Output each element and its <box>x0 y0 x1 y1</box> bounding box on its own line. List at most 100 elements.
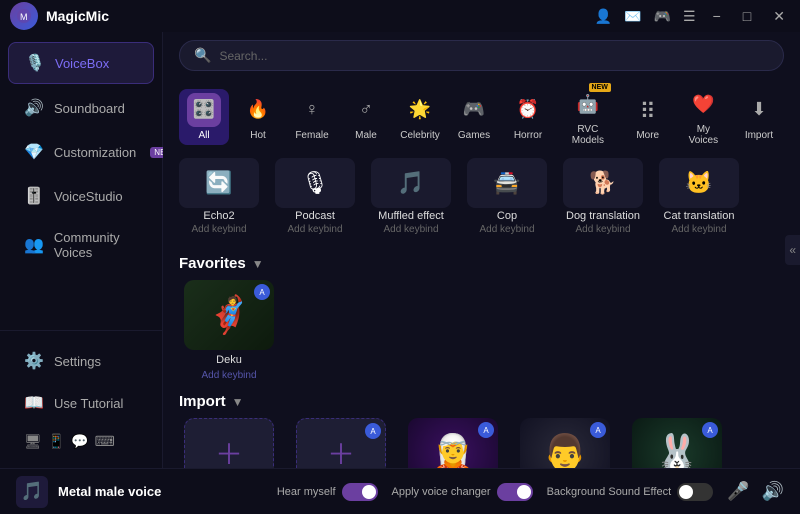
sam-badge: A <box>590 422 606 438</box>
category-import[interactable]: ⬇ Import <box>734 89 784 145</box>
effect-cop-card: 🚔 <box>467 158 547 208</box>
sidebar-item-tutorial[interactable]: 📖 Use Tutorial <box>8 383 154 423</box>
titlebar: M MagicMic 👤 ✉️ 🎮 ☰ − □ ✕ <box>0 0 800 32</box>
effect-dog-keybind[interactable]: Add keybind <box>575 224 630 235</box>
search-input-wrap[interactable]: 🔍 <box>179 40 784 71</box>
sidebar-item-extras: 🖥 📱 💬 ⌨ <box>8 425 154 458</box>
sidebar-item-settings[interactable]: ⚙️ Settings <box>8 341 154 381</box>
favorites-grid: 🦸 A Deku Add keybind <box>179 280 784 381</box>
category-male-label: Male <box>355 130 377 141</box>
profile-icon[interactable]: 👤 <box>595 8 612 25</box>
voice-card-deku[interactable]: 🦸 A Deku Add keybind <box>179 280 279 381</box>
effect-cat-keybind[interactable]: Add keybind <box>671 224 726 235</box>
titlebar-left: M MagicMic <box>10 2 109 30</box>
import-chevron[interactable]: ▼ <box>232 395 244 409</box>
category-male[interactable]: ♂ Male <box>341 89 391 145</box>
minimize-button[interactable]: − <box>708 6 726 26</box>
customization-icon: 💎 <box>24 142 44 162</box>
voice-card-yugi[interactable]: 🧝 A Yugi Add keybind <box>403 418 503 468</box>
content-wrap: 🔍 🎛️ All 🔥 Hot ♀ Female <box>163 32 800 468</box>
bottom-controls: Hear myself Apply voice changer Backgrou… <box>277 481 784 502</box>
effect-dog[interactable]: 🐕 Dog translation Add keybind <box>563 158 643 235</box>
sidebar-item-label: Community Voices <box>54 230 138 260</box>
category-celebrity-label: Celebrity <box>400 130 439 141</box>
category-hot[interactable]: 🔥 Hot <box>233 89 283 145</box>
voice-card-bugs[interactable]: 🐰 A Bugs Bunny Add keybind <box>627 418 727 468</box>
category-all[interactable]: 🎛️ All <box>179 89 229 145</box>
scroll-content: Favorites ▼ 🦸 A Deku Add keybind <box>163 243 800 468</box>
device-icon[interactable]: 🖥 <box>24 433 42 450</box>
category-rvc-icon: 🤖 NEW <box>571 87 605 121</box>
keyboard-icon[interactable]: ⌨ <box>95 433 115 450</box>
background-sound-label: Background Sound Effect <box>547 486 672 498</box>
effect-echo2-card: 🔄 <box>179 158 259 208</box>
tutorial-icon: 📖 <box>24 393 44 413</box>
sidebar-item-voicestudio[interactable]: 🎚️ VoiceStudio <box>8 176 154 216</box>
category-female[interactable]: ♀ Female <box>287 89 337 145</box>
sidebar-item-customization[interactable]: 💎 Customization NEW <box>8 132 154 172</box>
deku-name: Deku <box>216 354 242 366</box>
apply-voice-toggle[interactable] <box>497 483 533 501</box>
voice-card-import[interactable]: ＋ A Import Voice <box>291 418 391 468</box>
sidebar-item-soundboard[interactable]: 🔊 Soundboard <box>8 88 154 128</box>
game-icon[interactable]: 🎮 <box>654 8 671 25</box>
app-title: MagicMic <box>46 8 109 24</box>
voice-card-sam[interactable]: 👨 A Sam Elliott Add keybind <box>515 418 615 468</box>
effect-echo2-keybind[interactable]: Add keybind <box>191 224 246 235</box>
effect-podcast-keybind[interactable]: Add keybind <box>287 224 342 235</box>
effects-row: 🔄 Echo2 Add keybind 🎙 Podcast Add keybin… <box>163 158 800 243</box>
voicestudio-icon: 🎚️ <box>24 186 44 206</box>
chat-icon[interactable]: 💬 <box>71 433 88 450</box>
category-all-icon: 🎛️ <box>187 93 221 127</box>
maximize-button[interactable]: □ <box>738 6 756 26</box>
bugs-avatar: 🐰 A <box>632 418 722 468</box>
mobile-icon[interactable]: 📱 <box>48 433 65 450</box>
close-button[interactable]: ✕ <box>768 6 790 27</box>
sidebar-item-community[interactable]: 👥 Community Voices <box>8 220 154 270</box>
category-myvoices-label: My Voices <box>685 124 722 146</box>
category-celebrity[interactable]: 🌟 Celebrity <box>395 89 445 145</box>
effect-echo2-name: Echo2 <box>203 210 234 222</box>
microphone-icon[interactable]: 🎤 <box>727 481 749 502</box>
create-voice-card[interactable]: ＋ <box>184 418 274 468</box>
effect-cop-keybind[interactable]: Add keybind <box>479 224 534 235</box>
hear-myself-toggle[interactable] <box>342 483 378 501</box>
category-myvoices-icon: ❤️ <box>686 87 720 121</box>
effect-podcast[interactable]: 🎙 Podcast Add keybind <box>275 158 355 235</box>
effect-muffled-name: Muffled effect <box>378 210 444 222</box>
search-input[interactable] <box>219 49 769 63</box>
category-games-label: Games <box>458 130 490 141</box>
category-rvc[interactable]: 🤖 NEW RVC Models <box>557 83 619 150</box>
menu-icon[interactable]: ☰ <box>683 8 696 25</box>
deku-keybind[interactable]: Add keybind <box>201 370 256 381</box>
effect-cat[interactable]: 🐱 Cat translation Add keybind <box>659 158 739 235</box>
favorites-chevron[interactable]: ▼ <box>252 257 264 271</box>
yugi-badge: A <box>478 422 494 438</box>
sidebar-bottom: ⚙️ Settings 📖 Use Tutorial 🖥 📱 💬 ⌨ <box>0 330 162 460</box>
background-sound-group: Background Sound Effect <box>547 483 714 501</box>
effect-muffled-keybind[interactable]: Add keybind <box>383 224 438 235</box>
category-female-icon: ♀ <box>295 93 329 127</box>
bugs-badge: A <box>702 422 718 438</box>
category-horror[interactable]: ⏰ Horror <box>503 89 553 145</box>
category-more[interactable]: ⠿ More <box>623 89 673 145</box>
effect-muffled[interactable]: 🎵 Muffled effect Add keybind <box>371 158 451 235</box>
effect-muffled-card: 🎵 <box>371 158 451 208</box>
category-horror-label: Horror <box>514 130 542 141</box>
background-sound-toggle[interactable] <box>677 483 713 501</box>
effect-cat-name: Cat translation <box>664 210 735 222</box>
category-games[interactable]: 🎮 Games <box>449 89 499 145</box>
soundboard-icon: 🔊 <box>24 98 44 118</box>
collapse-arrow[interactable]: « <box>785 235 800 265</box>
sidebar-item-voicebox[interactable]: 🎙️ VoiceBox <box>8 42 154 84</box>
voice-card-create[interactable]: ＋ Create voice <box>179 418 279 468</box>
volume-icon[interactable]: 🔊 <box>762 481 784 502</box>
import-voice-card[interactable]: ＋ A <box>296 418 386 468</box>
category-myvoices[interactable]: ❤️ My Voices <box>677 83 730 150</box>
effect-echo2[interactable]: 🔄 Echo2 Add keybind <box>179 158 259 235</box>
email-icon[interactable]: ✉️ <box>624 8 641 25</box>
effect-cop[interactable]: 🚔 Cop Add keybind <box>467 158 547 235</box>
category-celebrity-icon: 🌟 <box>403 93 437 127</box>
settings-icon: ⚙️ <box>24 351 44 371</box>
effect-cop-name: Cop <box>497 210 517 222</box>
